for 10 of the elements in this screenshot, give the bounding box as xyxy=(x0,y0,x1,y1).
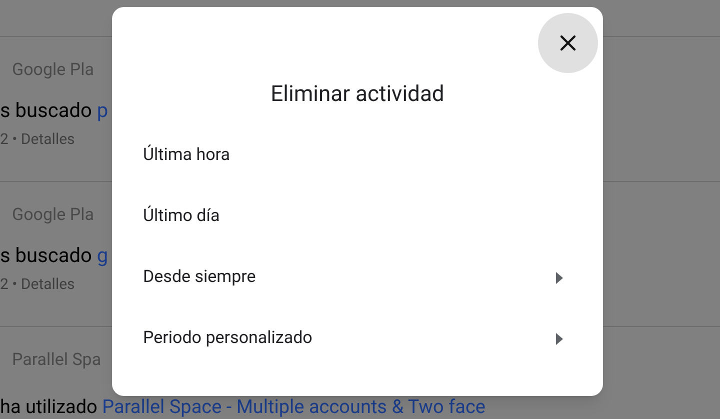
activity-details: 2 • Detalles xyxy=(0,129,75,149)
submenu-arrow-icon xyxy=(556,272,563,284)
dialog-option[interactable]: Última hora xyxy=(112,125,603,186)
dialog-title: Eliminar actividad xyxy=(270,81,444,109)
dialog-option[interactable]: Periodo personalizado xyxy=(112,308,603,369)
activity-details: 2 • Detalles xyxy=(0,274,75,294)
dialog-option[interactable]: Último día xyxy=(112,186,603,247)
dialog-option[interactable]: Desde siempre xyxy=(112,247,603,308)
activity-text: ha utilizado Parallel Space - Multiple accounts & Two face xyxy=(0,397,486,417)
submenu-arrow-icon xyxy=(556,332,563,344)
